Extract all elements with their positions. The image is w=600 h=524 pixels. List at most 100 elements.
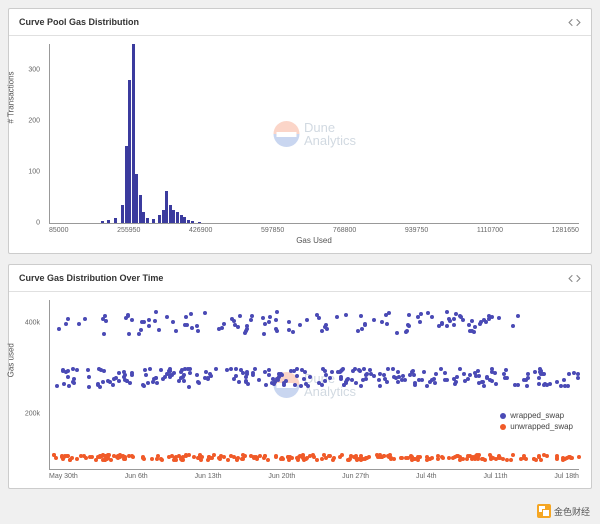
scatter-point (447, 317, 451, 321)
scatter-point (268, 315, 272, 319)
scatter-point (539, 372, 543, 376)
scatter-point (394, 376, 398, 380)
scatter-point (447, 456, 451, 460)
scatter-point (217, 327, 221, 331)
bar (191, 221, 194, 223)
scatter-point (203, 311, 207, 315)
y-tick: 200k (25, 411, 40, 418)
scatter-point (258, 454, 262, 458)
embed-icon[interactable] (567, 271, 581, 285)
scatter-point (369, 372, 373, 376)
scatter-point (445, 310, 449, 314)
scatter-point (263, 454, 267, 458)
scatter-point (439, 367, 443, 371)
scatter-point (57, 327, 61, 331)
scatter-point (516, 314, 520, 318)
scatter-point (458, 458, 462, 462)
scatter-point (114, 376, 118, 380)
x-tick: 939750 (405, 227, 428, 234)
scatter-point (126, 314, 130, 318)
legend-item[interactable]: unwrapped_swap (500, 422, 573, 431)
scatter-point (330, 370, 334, 374)
scatter-point (168, 375, 172, 379)
scatter-point (239, 368, 243, 372)
scatter-point (391, 367, 395, 371)
scatter-point (340, 453, 344, 457)
scatter-point (77, 322, 81, 326)
scatter-point (137, 332, 141, 336)
y-axis-label: Gas used (7, 343, 16, 377)
scatter-point (420, 378, 424, 382)
scatter-point (229, 367, 233, 371)
scatter-point (94, 458, 98, 462)
scatter-point (230, 317, 234, 321)
scatter-point (562, 378, 566, 382)
scatter-point (471, 455, 475, 459)
scatter-point (249, 318, 253, 322)
scatter-point (127, 332, 131, 336)
scatter-point (372, 318, 376, 322)
scatter-point (241, 453, 245, 457)
scatter-point (434, 372, 438, 376)
scatter-point (380, 320, 384, 324)
x-tick: May 30th (49, 473, 78, 480)
scatter-point (428, 457, 432, 461)
scatter-point (504, 368, 508, 372)
scatter-point (70, 456, 74, 460)
scatter-point (407, 324, 411, 328)
scatter-point (180, 458, 184, 462)
scatter-point (226, 458, 230, 462)
scatter-point (253, 367, 257, 371)
scatter-point (263, 322, 267, 326)
bar (146, 218, 149, 223)
bar (187, 220, 190, 223)
scatter-point (232, 455, 236, 459)
scatter-point (270, 381, 274, 385)
legend-swatch (500, 413, 506, 419)
scatter-point (519, 457, 523, 461)
scatter-point (264, 383, 268, 387)
scatter-point (187, 385, 191, 389)
embed-icon[interactable] (567, 15, 581, 29)
scatter-point (416, 315, 420, 319)
scatter-point (236, 325, 240, 329)
scatter-point (87, 385, 91, 389)
scatter-point (359, 384, 363, 388)
scatter-point (196, 380, 200, 384)
scatter-point (168, 369, 172, 373)
scatter-point (267, 320, 271, 324)
scatter-point (567, 372, 571, 376)
scatter-point (184, 453, 188, 457)
scatter-point (400, 456, 404, 460)
scatter-point (150, 457, 154, 461)
scatter-point (473, 371, 477, 375)
scatter-point (271, 377, 275, 381)
scatter-point (303, 370, 307, 374)
legend-item[interactable]: wrapped_swap (500, 411, 573, 420)
scatter-point (160, 458, 164, 462)
scatter-point (532, 457, 536, 461)
scatter-point (305, 456, 309, 460)
panel-gas-over-time: Curve Gas Distribution Over Time Gas use… (8, 264, 592, 489)
scatter-point (458, 367, 462, 371)
scatter-point (576, 372, 580, 376)
scatter-point (328, 454, 332, 458)
scatter-point (336, 370, 340, 374)
scatter-point (298, 323, 302, 327)
scatter-point (97, 367, 101, 371)
scatter-point (576, 376, 580, 380)
scatter-point (75, 368, 79, 372)
scatter-point (511, 453, 515, 457)
scatter-point (418, 455, 422, 459)
scatter-point (320, 329, 324, 333)
scatter-point (472, 330, 476, 334)
chart-area-scatter: Gas used 200k400k Dune Analytics May 30t… (9, 292, 591, 488)
scatter-point (386, 367, 390, 371)
scatter-point (308, 375, 312, 379)
scatter-point (302, 377, 306, 381)
bar-plot: 0100200300 Dune Analytics (49, 44, 579, 224)
x-ticks: May 30thJun 6thJun 13thJun 20thJun 27thJ… (49, 473, 579, 480)
scatter-point (206, 376, 210, 380)
scatter-point (365, 372, 369, 376)
scatter-point (295, 367, 299, 371)
